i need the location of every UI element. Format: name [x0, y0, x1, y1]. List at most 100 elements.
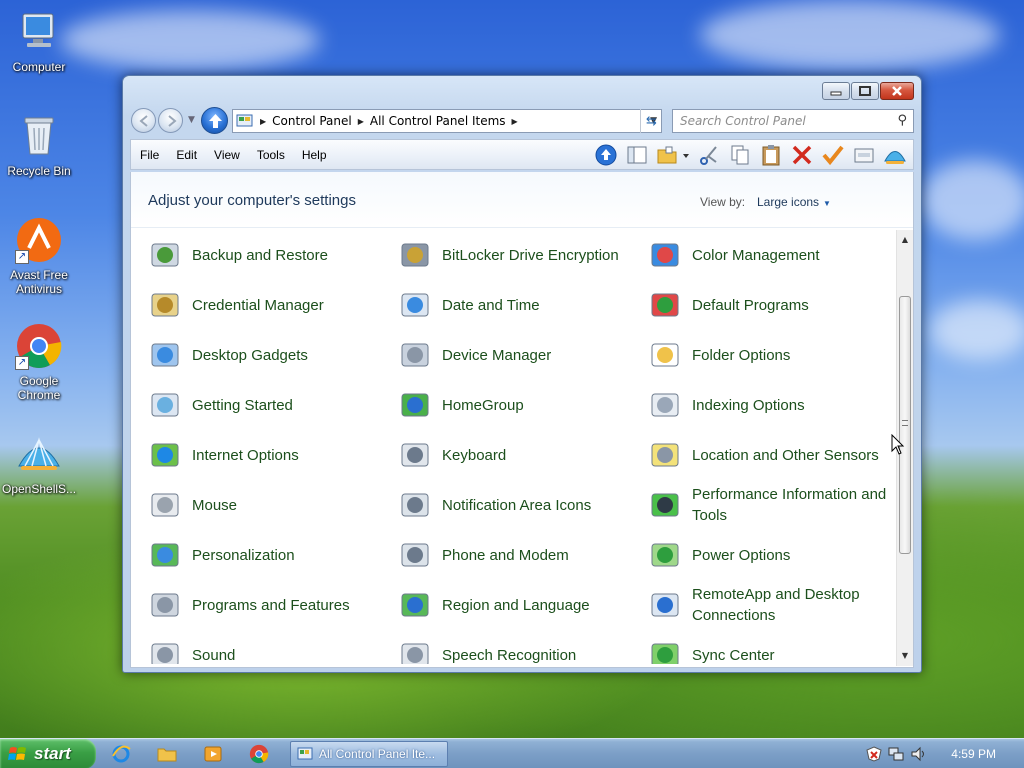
toolbar-openshell-button[interactable] — [883, 143, 907, 167]
toolbar-folders-button[interactable] — [656, 143, 690, 167]
microphone-icon — [401, 643, 429, 664]
control-panel-item-label: Location and Other Sensors — [692, 446, 879, 464]
control-panel-item[interactable]: BitLocker Drive Encryption — [398, 230, 638, 280]
start-button[interactable]: start — [0, 739, 96, 768]
chrome-taskbar-button[interactable] — [248, 743, 270, 765]
menu-edit[interactable]: Edit — [167, 148, 205, 162]
toolbar-delete-button[interactable] — [790, 143, 814, 167]
toolbar-copy-button[interactable] — [728, 143, 752, 167]
recent-pages-dropdown[interactable]: ▼ — [188, 115, 195, 125]
cloud-decoration — [60, 10, 320, 70]
control-panel-item[interactable]: Credential Manager — [148, 280, 388, 330]
cloud-decoration — [700, 0, 1000, 70]
control-panel-item[interactable]: Indexing Options — [648, 380, 888, 430]
control-panel-item[interactable]: RemoteApp and Desktop Connections — [648, 580, 888, 630]
up-button[interactable] — [201, 107, 228, 134]
system-tray: 4:59 PM — [858, 739, 1024, 768]
control-panel-item[interactable]: Device Manager — [398, 330, 638, 380]
maximize-button[interactable] — [851, 82, 879, 100]
close-button[interactable] — [880, 82, 914, 100]
internet-explorer-button[interactable] — [110, 743, 132, 765]
control-panel-item-label: Default Programs — [692, 296, 809, 314]
control-panel-item[interactable]: Desktop Gadgets — [148, 330, 388, 380]
view-by-dropdown[interactable]: Large icons ▼ — [757, 195, 831, 209]
control-panel-item[interactable]: Region and Language — [398, 580, 638, 630]
search-input[interactable]: Search Control Panel ⚲ — [672, 109, 914, 133]
breadcrumb-control-panel[interactable]: Control Panel — [272, 114, 352, 128]
openshell-icon — [884, 151, 906, 164]
menu-help[interactable]: Help — [293, 148, 335, 162]
back-button[interactable] — [131, 108, 156, 133]
explorer-button[interactable] — [156, 743, 178, 765]
control-panel-item[interactable]: Getting Started — [148, 380, 388, 430]
control-panel-item[interactable]: Keyboard — [398, 430, 638, 480]
control-panel-item[interactable]: Color Management — [648, 230, 888, 280]
control-panel-item[interactable]: Backup and Restore — [148, 230, 388, 280]
address-bar[interactable]: ▶ Control Panel ▶ All Control Panel Item… — [232, 109, 662, 133]
menu-tools[interactable]: Tools — [248, 148, 293, 162]
control-panel-items: Backup and Restore BitLocker Drive Encryp… — [131, 230, 897, 664]
control-panel-item[interactable]: Mouse — [148, 480, 388, 530]
windows-logo-icon — [8, 747, 26, 760]
toolbar-pane-button[interactable] — [625, 143, 649, 167]
control-panel-item[interactable]: Internet Options — [148, 430, 388, 480]
menu-view[interactable]: View — [205, 148, 248, 162]
clock[interactable]: 4:59 PM — [951, 747, 996, 761]
desktop-icon-label: Recycle Bin — [7, 164, 71, 178]
desktop-icon-computer[interactable]: Computer — [2, 8, 76, 74]
desktop-icon-chrome[interactable]: ↗ Google Chrome — [2, 322, 76, 402]
control-panel-item[interactable]: Default Programs — [648, 280, 888, 330]
chevron-down-icon: ▼ — [823, 199, 831, 208]
toolbar-paste-button[interactable] — [759, 143, 783, 167]
security-alert-icon[interactable] — [866, 746, 882, 762]
media-player-button[interactable] — [202, 743, 224, 765]
toolbar-cut-button[interactable] — [697, 143, 721, 167]
media-player-icon — [204, 746, 222, 762]
breadcrumb-all-items[interactable]: All Control Panel Items — [370, 114, 506, 128]
control-panel-item[interactable]: Phone and Modem — [398, 530, 638, 580]
sensors-icon — [651, 443, 679, 467]
refresh-button[interactable]: ⇆ — [640, 109, 662, 133]
desktop-icon-recycle-bin[interactable]: Recycle Bin — [2, 112, 76, 178]
content-area: Adjust your computer's settings View by:… — [130, 172, 914, 668]
start-label: start — [34, 744, 71, 763]
control-panel-item[interactable]: Location and Other Sensors — [648, 430, 888, 480]
device-manager-icon — [401, 343, 429, 367]
desktop-icon-openshell[interactable]: OpenShellS... — [2, 430, 76, 496]
desktop-icon-avast[interactable]: ↗ Avast Free Antivirus — [2, 216, 76, 296]
network-icon[interactable] — [888, 746, 904, 762]
desktop-icon-label: Avast Free Antivirus — [10, 268, 68, 296]
forward-button[interactable] — [158, 108, 183, 133]
homegroup-icon — [401, 393, 429, 417]
taskbar-window-label: All Control Panel Ite... — [319, 747, 436, 761]
taskbar-window-button[interactable]: All Control Panel Ite... — [290, 741, 448, 767]
control-panel-item[interactable]: Sync Center — [648, 630, 888, 664]
toolbar-up-button[interactable] — [594, 143, 618, 167]
toolbar-properties-button[interactable] — [821, 143, 845, 167]
control-panel-item[interactable]: Notification Area Icons — [398, 480, 638, 530]
scrollbar-thumb[interactable] — [899, 296, 911, 554]
backup-icon — [151, 243, 179, 267]
control-panel-item[interactable]: Date and Time — [398, 280, 638, 330]
toolbar-options-button[interactable] — [852, 143, 876, 167]
menu-file[interactable]: File — [131, 148, 167, 162]
control-panel-item[interactable]: Sound — [148, 630, 388, 664]
control-panel-item[interactable]: Personalization — [148, 530, 388, 580]
delete-icon — [792, 145, 812, 165]
scroll-down-icon[interactable]: ▼ — [897, 648, 913, 664]
control-panel-item-label: Getting Started — [192, 396, 293, 414]
bitlocker-icon — [401, 243, 429, 267]
control-panel-window: ▼ ▶ Control Panel ▶ All Control Panel It… — [122, 75, 922, 673]
scroll-up-icon[interactable]: ▲ — [897, 232, 913, 248]
power-icon — [651, 543, 679, 567]
control-panel-item[interactable]: Programs and Features — [148, 580, 388, 630]
caption-buttons — [822, 82, 914, 100]
control-panel-item[interactable]: Power Options — [648, 530, 888, 580]
programs-icon — [151, 593, 179, 617]
control-panel-item[interactable]: HomeGroup — [398, 380, 638, 430]
control-panel-item[interactable]: Speech Recognition — [398, 630, 638, 664]
minimize-button[interactable] — [822, 82, 850, 100]
control-panel-item[interactable]: Performance Information and Tools — [648, 480, 888, 530]
volume-icon[interactable] — [910, 746, 926, 762]
control-panel-item[interactable]: Folder Options — [648, 330, 888, 380]
